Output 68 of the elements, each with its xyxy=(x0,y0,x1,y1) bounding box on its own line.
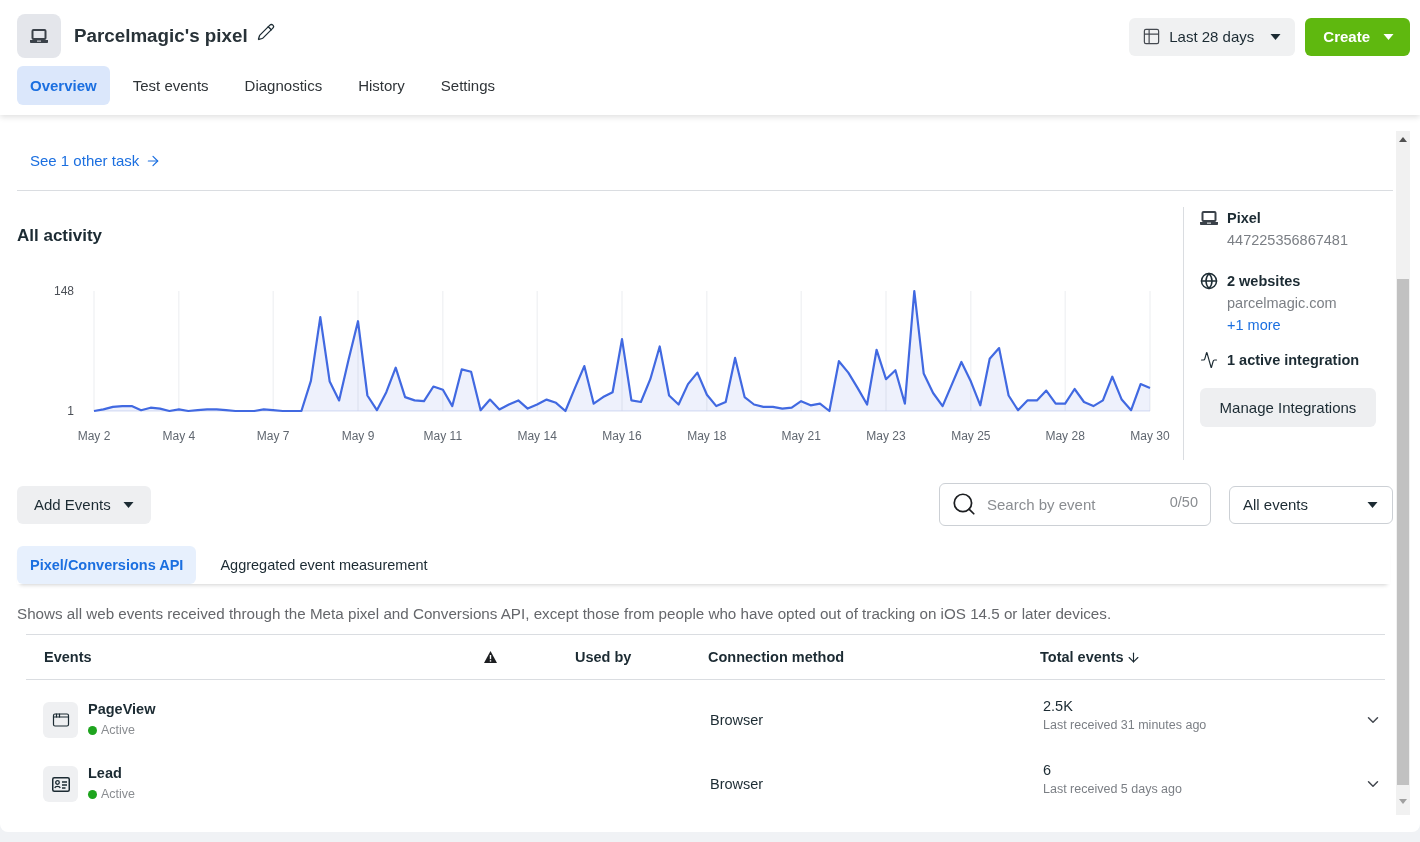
pixel-id: 447225356867481 xyxy=(1227,231,1348,249)
last-received-text: Last received 31 minutes ago xyxy=(1043,718,1207,733)
nav-tab[interactable]: History xyxy=(345,66,418,105)
axis-label: May 28 xyxy=(1045,429,1085,443)
scrollbar[interactable] xyxy=(1396,131,1410,815)
nav-tab[interactable]: Settings xyxy=(427,66,508,105)
column-header[interactable]: Connection method xyxy=(708,649,845,665)
nav-tab[interactable]: Overview xyxy=(17,66,110,105)
detail-title: 2 websites xyxy=(1227,272,1301,290)
laptop-icon xyxy=(1200,211,1218,225)
character-count: 0/50 xyxy=(1169,494,1198,510)
axis-label: 148 xyxy=(53,284,74,298)
axis-label: May 21 xyxy=(781,429,821,443)
last-received-text: Last received 5 days ago xyxy=(1043,782,1182,797)
axis-label: 1 xyxy=(67,404,74,418)
axis-label: May 30 xyxy=(1130,429,1170,443)
axis-label: May 9 xyxy=(341,429,375,443)
date-range-button[interactable]: Last 28 days xyxy=(1129,17,1296,56)
axis-label: May 7 xyxy=(256,429,290,443)
other-task-link[interactable]: See 1 other task xyxy=(30,152,162,169)
pulse-icon xyxy=(1200,351,1218,369)
axis-label: May 11 xyxy=(423,429,463,443)
nav-tab[interactable]: Diagnostics xyxy=(231,66,336,105)
status-label: Active xyxy=(101,787,136,802)
caret-down-icon xyxy=(1383,33,1394,40)
column-header[interactable]: Total events xyxy=(1040,649,1124,665)
add-events-button[interactable]: Add Events xyxy=(17,485,151,524)
globe-icon xyxy=(1200,272,1218,290)
id-card-icon xyxy=(51,776,70,792)
caret-down-icon xyxy=(122,501,134,508)
event-source-tab[interactable]: Pixel/Conversions API xyxy=(17,546,197,584)
axis-label: May 2 xyxy=(77,429,111,443)
detail-title: 1 active integration xyxy=(1227,351,1360,369)
axis-label: May 18 xyxy=(687,429,727,443)
event-name: Lead xyxy=(88,764,122,782)
event-name: PageView xyxy=(88,700,156,718)
nav-tab[interactable]: Test events xyxy=(119,66,222,105)
connection-method: Browser xyxy=(710,776,764,792)
event-total: 6 xyxy=(1043,762,1052,779)
axis-label: May 25 xyxy=(951,429,991,443)
laptop-icon xyxy=(17,14,61,58)
event-total: 2.5K xyxy=(1043,698,1073,715)
event-source-tab[interactable]: Aggregated event measurement xyxy=(207,546,441,584)
description-text: Shows all web events received through the Meta pixel and Conversions API, except those from people who have opted out of tracking on iOS 14.5 or later devices. xyxy=(17,605,1112,623)
axis-label: May 4 xyxy=(162,429,196,443)
grid-icon xyxy=(1142,27,1162,46)
sort-arrow-icon[interactable] xyxy=(1125,649,1141,665)
search-icon xyxy=(951,491,977,517)
column-header[interactable]: Used by xyxy=(575,649,632,665)
axis-label: May 14 xyxy=(517,429,557,443)
event-filter-dropdown[interactable]: All events xyxy=(1229,485,1393,524)
axis-label: May 16 xyxy=(602,429,642,443)
axis-label: May 23 xyxy=(866,429,906,443)
status-label: Active xyxy=(101,723,136,738)
section-title: All activity xyxy=(17,225,103,247)
caret-up-icon[interactable] xyxy=(1399,137,1407,142)
page-title: Parcelmagic's pixel xyxy=(74,25,248,47)
scrollbar-thumb[interactable] xyxy=(1397,279,1409,785)
caret-down-icon xyxy=(1270,33,1282,40)
column-header[interactable]: Events xyxy=(44,649,92,665)
connection-method: Browser xyxy=(710,712,764,728)
browser-window-icon xyxy=(51,711,70,729)
manage-integrations-button[interactable]: Manage Integrations xyxy=(1200,388,1376,427)
more-websites-link[interactable]: +1 more xyxy=(1227,316,1281,334)
website-domain: parcelmagic.com xyxy=(1227,294,1337,312)
detail-title: Pixel xyxy=(1227,209,1261,227)
pencil-icon[interactable] xyxy=(256,23,275,41)
caret-down-icon xyxy=(1367,501,1378,508)
